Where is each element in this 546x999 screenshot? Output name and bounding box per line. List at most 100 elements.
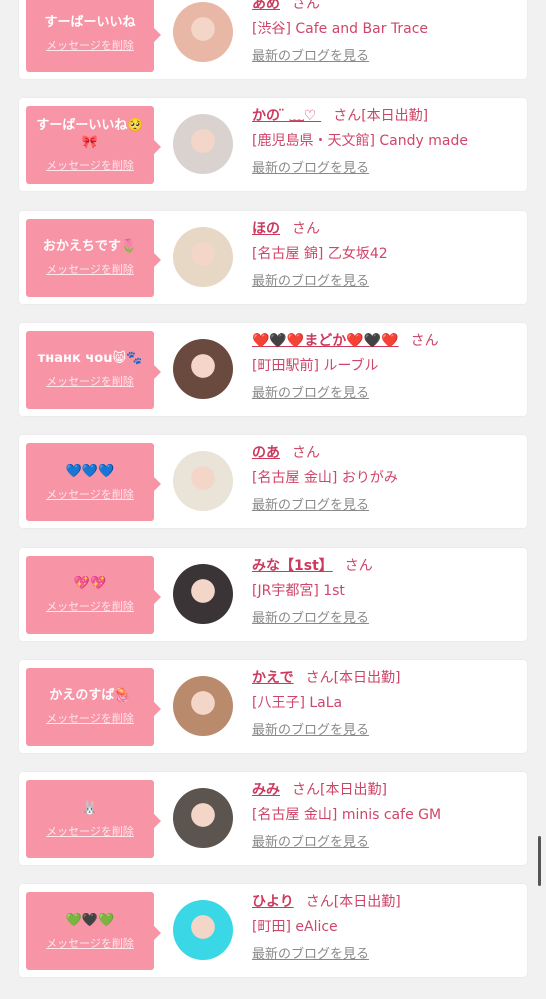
latest-blog-link[interactable]: 最新のブログを見る bbox=[252, 946, 521, 964]
shop-label: [JR宇都宮] 1st bbox=[252, 582, 345, 599]
list-item: すーばーいいね メッセージを削除 あめ さん [渋谷] Cafe and Bar … bbox=[19, 0, 527, 79]
profile-name-link[interactable]: ほの bbox=[252, 221, 280, 237]
name-line: あめ さん bbox=[252, 0, 521, 14]
list-item: おかえちです🌷 メッセージを削除 ほの さん [名古屋 錦] 乙女坂42 最新のブ… bbox=[19, 210, 527, 304]
avatar[interactable] bbox=[173, 900, 233, 961]
profile-info: みみ さん[本日出勤] [名古屋 金山] minis cafe GM 最新のブログ… bbox=[252, 780, 521, 852]
name-line: ほの さん bbox=[252, 219, 521, 239]
message-bubble: тнанк чou😸🐾 メッセージを削除 bbox=[26, 330, 161, 409]
profile-info: かの ̈ ﹏♡ さん[本日出勤] [鹿児島県・天文館] Candy made 最… bbox=[252, 106, 521, 178]
honorific: さん bbox=[410, 332, 439, 349]
delete-message-link[interactable]: メッセージを削除 bbox=[46, 373, 134, 389]
avatar[interactable] bbox=[173, 563, 233, 624]
name-line: ひより さん[本日出勤] bbox=[252, 892, 521, 912]
shop-label: [八王子] LaLa bbox=[252, 694, 343, 711]
honorific: さん bbox=[292, 782, 320, 799]
profile-name-link[interactable]: ひより bbox=[252, 894, 294, 910]
message-bubble: かえのすば🪼 メッセージを削除 bbox=[26, 667, 161, 746]
latest-blog-link[interactable]: 最新のブログを見る bbox=[252, 497, 521, 515]
shop-label: [渋谷] Cafe and Bar Trace bbox=[252, 21, 429, 37]
shop-label: [名古屋 金山] minis cafe GM bbox=[252, 807, 442, 824]
latest-blog-link[interactable]: 最新のブログを見る bbox=[252, 273, 521, 291]
delete-message-link[interactable]: メッセージを削除 bbox=[46, 935, 134, 951]
shop-label: [名古屋 錦] 乙女坂42 bbox=[252, 245, 388, 262]
profile-info: ❤️🖤❤️まどか❤️🖤❤️ さん [町田駅前] ルーブル 最新のブログを見る bbox=[252, 331, 521, 403]
list-item: 💖💖 メッセージを削除 みな【1st】 さん [JR宇都宮] 1st 最新のブログ… bbox=[19, 547, 527, 641]
honorific: さん bbox=[333, 108, 362, 125]
profile-name-link[interactable]: ❤️🖤❤️まどか❤️🖤❤️ bbox=[252, 333, 399, 349]
delete-message-link[interactable]: メッセージを削除 bbox=[46, 710, 134, 726]
shop-label: [名古屋 金山] おりがみ bbox=[252, 470, 398, 487]
profile-info: あめ さん [渋谷] Cafe and Bar Trace 最新のブログを見る bbox=[252, 0, 521, 66]
shop-label: [鹿児島県・天文館] Candy made bbox=[252, 133, 468, 150]
delete-message-link[interactable]: メッセージを削除 bbox=[46, 823, 134, 839]
list-item: тнанк чou😸🐾 メッセージを削除 ❤️🖤❤️まどか❤️🖤❤️ さん [町田… bbox=[19, 322, 527, 416]
avatar[interactable] bbox=[173, 788, 233, 849]
status-badge: [本日出勤] bbox=[361, 108, 429, 125]
list-item: かえのすば🪼 メッセージを削除 かえで さん[本日出勤] [八王子] LaLa 最… bbox=[19, 659, 527, 753]
profile-name-link[interactable]: あめ bbox=[252, 0, 280, 12]
name-line: みみ さん[本日出勤] bbox=[252, 780, 521, 800]
profile-name-link[interactable]: かの ̈ ﹏♡ bbox=[252, 108, 321, 124]
delete-message-link[interactable]: メッセージを削除 bbox=[46, 598, 134, 614]
message-text: 🐰 bbox=[81, 800, 99, 816]
profile-info: みな【1st】 さん [JR宇都宮] 1st 最新のブログを見る bbox=[252, 556, 521, 628]
list-item: すーばーいいね🥺🎀 メッセージを削除 かの ̈ ﹏♡ さん[本日出勤] [鹿児島… bbox=[19, 98, 527, 192]
list-item: 🐰 メッセージを削除 みみ さん[本日出勤] [名古屋 金山] minis caf… bbox=[19, 772, 527, 866]
avatar[interactable] bbox=[173, 114, 233, 175]
delete-message-link[interactable]: メッセージを削除 bbox=[46, 37, 134, 53]
honorific: さん bbox=[305, 894, 334, 911]
avatar[interactable] bbox=[173, 226, 233, 287]
message-text: すーばーいいね bbox=[44, 14, 136, 30]
latest-blog-link[interactable]: 最新のブログを見る bbox=[252, 160, 521, 178]
status-badge: [本日出勤] bbox=[320, 782, 387, 799]
name-line: かえで さん[本日出勤] bbox=[252, 668, 521, 688]
scrollbar[interactable] bbox=[538, 836, 541, 886]
message-text: かえのすば🪼 bbox=[49, 688, 131, 704]
honorific: さん bbox=[305, 669, 334, 686]
avatar[interactable] bbox=[173, 451, 233, 512]
message-bubble: 💙💙💙 メッセージを削除 bbox=[26, 443, 161, 522]
latest-blog-link[interactable]: 最新のブログを見る bbox=[252, 385, 521, 403]
honorific: さん bbox=[292, 445, 320, 462]
shop-label: [町田駅前] ルーブル bbox=[252, 357, 379, 374]
latest-blog-link[interactable]: 最新のブログを見る bbox=[252, 610, 521, 628]
latest-blog-link[interactable]: 最新のブログを見る bbox=[252, 722, 521, 740]
honorific: さん bbox=[344, 557, 373, 574]
avatar[interactable] bbox=[173, 338, 233, 399]
avatar[interactable] bbox=[173, 2, 233, 62]
message-bubble: すーばーいいね🥺🎀 メッセージを削除 bbox=[26, 106, 161, 185]
profile-info: ほの さん [名古屋 錦] 乙女坂42 最新のブログを見る bbox=[252, 219, 521, 291]
delete-message-link[interactable]: メッセージを削除 bbox=[46, 261, 134, 277]
list-item: 💙💙💙 メッセージを削除 のあ さん [名古屋 金山] おりがみ 最新のブログを見… bbox=[19, 435, 527, 529]
message-text: 💖💖 bbox=[73, 576, 107, 591]
message-bubble: 💚🖤💚 メッセージを削除 bbox=[26, 892, 161, 971]
profile-name-link[interactable]: かえで bbox=[252, 670, 294, 686]
honorific: さん bbox=[292, 0, 320, 12]
name-line: みな【1st】 さん bbox=[252, 556, 521, 576]
profile-info: のあ さん [名古屋 金山] おりがみ 最新のブログを見る bbox=[252, 443, 521, 515]
message-text: 💚🖤💚 bbox=[65, 912, 115, 928]
status-badge: [本日出勤] bbox=[333, 894, 401, 911]
latest-blog-link[interactable]: 最新のブログを見る bbox=[252, 48, 521, 66]
name-line: ❤️🖤❤️まどか❤️🖤❤️ さん bbox=[252, 331, 521, 351]
message-bubble: すーばーいいね メッセージを削除 bbox=[26, 0, 161, 72]
avatar[interactable] bbox=[173, 675, 233, 736]
list-item: 💚🖤💚 メッセージを削除 ひより さん[本日出勤] [町田] eAlice 最新の… bbox=[19, 884, 527, 978]
message-text: すーばーいいね🥺🎀 bbox=[36, 118, 144, 151]
name-line: かの ̈ ﹏♡ さん[本日出勤] bbox=[252, 106, 521, 126]
profile-name-link[interactable]: のあ bbox=[252, 445, 280, 461]
profile-name-link[interactable]: みな【1st】 bbox=[252, 558, 333, 574]
profile-name-link[interactable]: みみ bbox=[252, 782, 280, 798]
message-text: тнанк чou😸🐾 bbox=[37, 351, 143, 367]
message-bubble: 🐰 メッセージを削除 bbox=[26, 780, 161, 859]
delete-message-link[interactable]: メッセージを削除 bbox=[46, 157, 134, 173]
message-bubble: 💖💖 メッセージを削除 bbox=[26, 555, 161, 634]
honorific: さん bbox=[292, 220, 320, 237]
message-bubble: おかえちです🌷 メッセージを削除 bbox=[26, 218, 161, 297]
shop-label: [町田] eAlice bbox=[252, 919, 338, 936]
delete-message-link[interactable]: メッセージを削除 bbox=[46, 486, 134, 502]
message-text: 💙💙💙 bbox=[65, 463, 115, 479]
latest-blog-link[interactable]: 最新のブログを見る bbox=[252, 834, 521, 852]
message-text: おかえちです🌷 bbox=[42, 239, 138, 255]
